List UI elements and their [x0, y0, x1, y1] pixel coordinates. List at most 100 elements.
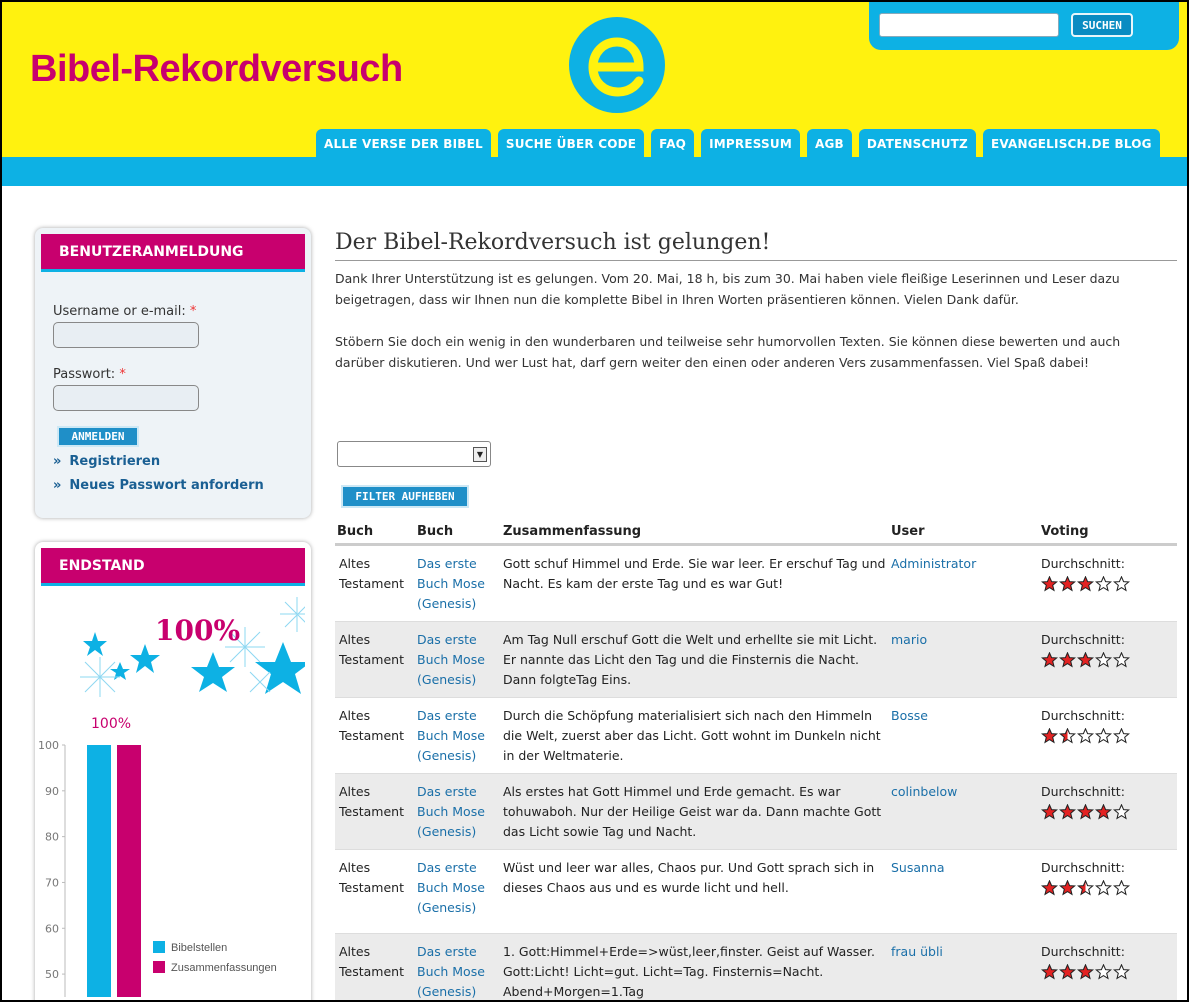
- row-book-link[interactable]: Das erste Buch Mose (Genesis): [417, 942, 503, 1000]
- row-user-link[interactable]: frau übli: [891, 942, 1041, 1000]
- header-book[interactable]: Buch: [417, 524, 503, 543]
- evangelisch-logo-icon[interactable]: [567, 15, 667, 115]
- star-half-icon[interactable]: [1077, 880, 1094, 896]
- nav-tab-alle-verse[interactable]: ALLE VERSE DER BIBEL: [316, 129, 491, 158]
- voting-label: Durchschnitt:: [1041, 708, 1125, 723]
- password-field[interactable]: [53, 385, 199, 411]
- star-empty-icon[interactable]: [1113, 804, 1130, 820]
- star-empty-icon[interactable]: [1113, 880, 1130, 896]
- legend-swatch: [153, 961, 165, 973]
- chart-y-tick-label: 60: [45, 922, 59, 935]
- nav-tab-faq[interactable]: FAQ: [651, 129, 695, 158]
- star-empty-icon[interactable]: [1077, 728, 1094, 744]
- star-empty-icon[interactable]: [1113, 964, 1130, 980]
- row-user-link[interactable]: Administrator: [891, 554, 1041, 621]
- row-summary: Als erstes hat Gott Himmel und Erde gema…: [503, 784, 882, 839]
- star-filled-icon[interactable]: [1041, 804, 1058, 820]
- star-filled-icon[interactable]: [1059, 804, 1076, 820]
- star-filled-icon[interactable]: [1059, 964, 1076, 980]
- star-filled-icon[interactable]: [1077, 652, 1094, 668]
- endstand-percent: 100%: [155, 614, 241, 647]
- star-empty-icon[interactable]: [1095, 652, 1112, 668]
- star-empty-icon[interactable]: [1113, 652, 1130, 668]
- star-rating[interactable]: [1041, 652, 1177, 668]
- star-rating[interactable]: [1041, 804, 1177, 820]
- star-rating[interactable]: [1041, 728, 1177, 744]
- star-filled-icon[interactable]: [1077, 964, 1094, 980]
- row-summary: Durch die Schöpfung materialisiert sich …: [503, 708, 881, 763]
- row-summary: Gott schuf Himmel und Erde. Sie war leer…: [503, 556, 886, 591]
- star-empty-icon[interactable]: [1095, 728, 1112, 744]
- nav-tab-datenschutz[interactable]: DATENSCHUTZ: [858, 129, 976, 158]
- table-body: Altes Testament Das erste Buch Mose (Gene…: [335, 546, 1177, 1000]
- star-filled-icon[interactable]: [1077, 576, 1094, 592]
- star-filled-icon[interactable]: [1059, 880, 1076, 896]
- register-link[interactable]: » Registrieren: [53, 454, 160, 469]
- nav-tab-impressum[interactable]: IMPRESSUM: [701, 129, 800, 158]
- star-empty-icon[interactable]: [1095, 576, 1112, 592]
- site-title[interactable]: Bibel-Rekordversuch: [30, 48, 403, 91]
- username-label: Username or e-mail: *: [53, 304, 197, 319]
- star-filled-icon[interactable]: [1095, 804, 1112, 820]
- row-summary: 1. Gott:Himmel+Erde=>wüst,leer,finster. …: [503, 944, 875, 999]
- row-book-link[interactable]: Das erste Buch Mose (Genesis): [417, 858, 503, 933]
- star-filled-icon[interactable]: [1059, 576, 1076, 592]
- password-label: Passwort: *: [53, 367, 126, 382]
- new-password-link[interactable]: » Neues Passwort anfordern: [53, 478, 264, 493]
- row-summary: Am Tag Null erschuf Gott die Welt und er…: [503, 632, 878, 687]
- table-row: Altes Testament Das erste Buch Mose (Gene…: [335, 698, 1177, 774]
- star-filled-icon[interactable]: [1041, 652, 1058, 668]
- row-book-link[interactable]: Das erste Buch Mose (Genesis): [417, 706, 503, 773]
- nav-tab-blog[interactable]: EVANGELISCH.DE BLOG: [982, 129, 1160, 158]
- header-user[interactable]: User: [891, 524, 1041, 543]
- star-filled-icon[interactable]: [1041, 728, 1058, 744]
- row-testament: Altes Testament: [339, 784, 404, 819]
- star-filled-icon[interactable]: [1059, 652, 1076, 668]
- voting-label: Durchschnitt:: [1041, 556, 1125, 571]
- star-empty-icon[interactable]: [1095, 964, 1112, 980]
- nav-tab-suche-code[interactable]: SUCHE ÜBER CODE: [497, 129, 645, 158]
- row-book-link[interactable]: Das erste Buch Mose (Genesis): [417, 630, 503, 697]
- header-summary[interactable]: Zusammenfassung: [503, 524, 891, 543]
- header-voting[interactable]: Voting: [1041, 524, 1177, 543]
- main-nav: ALLE VERSE DER BIBEL SUCHE ÜBER CODE FAQ…: [316, 129, 1160, 158]
- star-filled-icon[interactable]: [1077, 804, 1094, 820]
- voting-label: Durchschnitt:: [1041, 632, 1125, 647]
- row-testament: Altes Testament: [339, 556, 404, 591]
- star-rating[interactable]: [1041, 576, 1177, 592]
- star-filled-icon[interactable]: [1041, 880, 1058, 896]
- star-empty-icon[interactable]: [1113, 576, 1130, 592]
- nav-tab-agb[interactable]: AGB: [806, 129, 852, 158]
- star-half-icon[interactable]: [1059, 728, 1076, 744]
- star-filled-icon[interactable]: [1041, 964, 1058, 980]
- chart-bar-bibelstellen: [87, 745, 111, 997]
- legend-label: Bibelstellen: [171, 942, 227, 954]
- row-summary: Wüst und leer war alles, Chaos pur. Und …: [503, 860, 875, 895]
- star-rating[interactable]: [1041, 964, 1177, 980]
- voting-label: Durchschnitt:: [1041, 944, 1125, 959]
- star-rating[interactable]: [1041, 880, 1177, 896]
- row-user-link[interactable]: Susanna: [891, 858, 1041, 933]
- row-book-link[interactable]: Das erste Buch Mose (Genesis): [417, 554, 503, 621]
- filter-reset-button[interactable]: FILTER AUFHEBEN: [341, 485, 469, 508]
- book-filter-select[interactable]: ▼: [337, 441, 491, 467]
- star-empty-icon[interactable]: [1095, 880, 1112, 896]
- search-input[interactable]: [879, 13, 1059, 37]
- chart-y-tick-label: 80: [45, 831, 59, 844]
- row-user-link[interactable]: mario: [891, 630, 1041, 697]
- star-empty-icon[interactable]: [1113, 728, 1130, 744]
- chart-y-tick-label: 70: [45, 876, 59, 889]
- login-button[interactable]: ANMELDEN: [57, 426, 139, 447]
- row-user-link[interactable]: colinbelow: [891, 782, 1041, 849]
- table-row: Altes Testament Das erste Buch Mose (Gene…: [335, 850, 1177, 934]
- row-book-link[interactable]: Das erste Buch Mose (Genesis): [417, 782, 503, 849]
- chevron-down-icon[interactable]: ▼: [473, 447, 487, 462]
- header-testament[interactable]: Buch: [335, 524, 417, 543]
- row-user-link[interactable]: Bosse: [891, 706, 1041, 773]
- username-field[interactable]: [53, 322, 199, 348]
- star-filled-icon[interactable]: [1041, 576, 1058, 592]
- login-block-title: BENUTZERANMELDUNG: [41, 234, 305, 272]
- legend-swatch: [153, 941, 165, 953]
- search-button[interactable]: SUCHEN: [1071, 13, 1133, 37]
- chart-annotation: 100%: [91, 716, 132, 732]
